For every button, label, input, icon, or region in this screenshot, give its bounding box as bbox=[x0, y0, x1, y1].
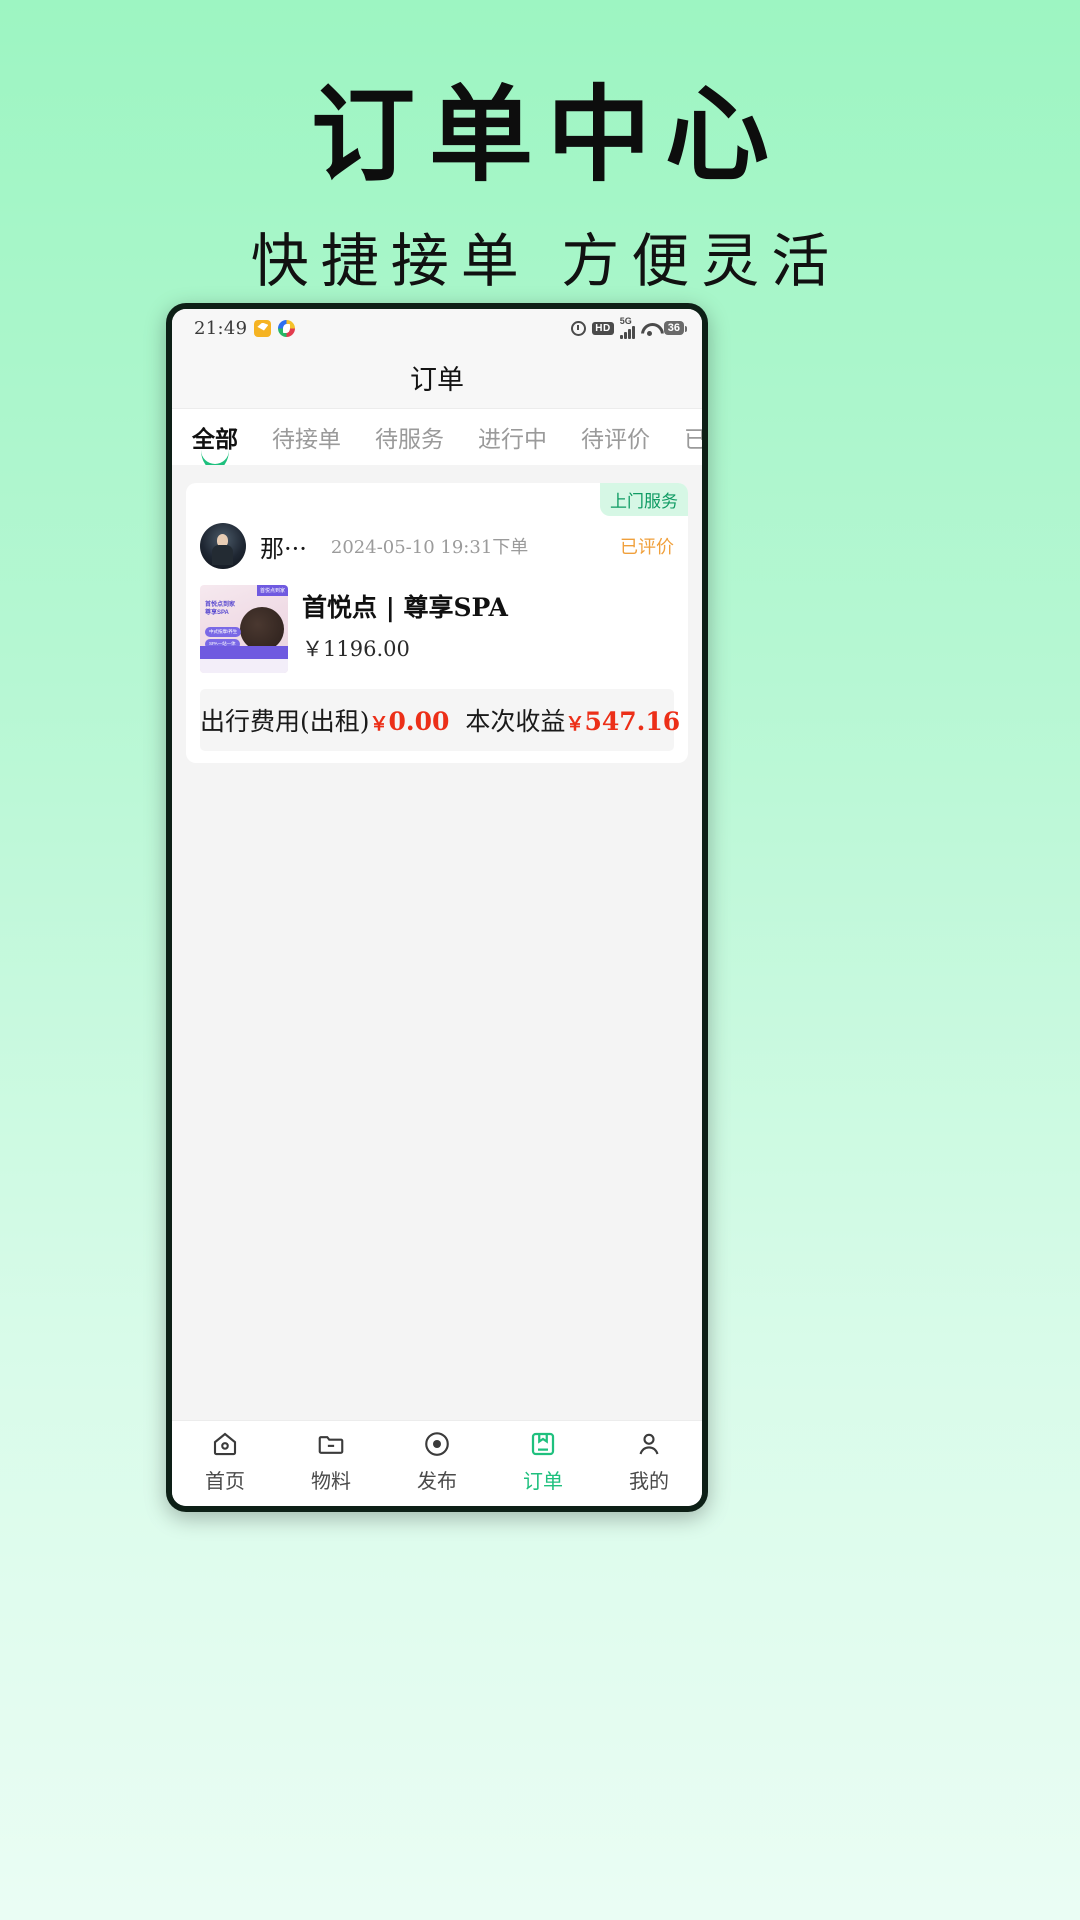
poster-heading-block: 订单中心 快捷接单 方便灵活 bbox=[0, 0, 1080, 298]
product-price: ￥1196.00 bbox=[302, 637, 410, 661]
status-bar-left: 21:49 bbox=[194, 317, 296, 339]
travel-fee-currency: ￥ bbox=[369, 713, 389, 735]
service-type-badge: 上门服务 bbox=[600, 483, 688, 516]
product-title: 首悦点 | 尊享SPA bbox=[302, 593, 508, 622]
nav-label-materials: 物料 bbox=[311, 1469, 351, 1493]
tab-pending-review[interactable]: 待评价 bbox=[581, 420, 650, 454]
network-label: 5G bbox=[619, 315, 632, 326]
colorful-app-icon bbox=[278, 319, 296, 337]
thumb-title: 首悦点到家 尊享SPA bbox=[205, 602, 236, 617]
thumb-pill-1: 中式按摩/养生 bbox=[205, 627, 242, 637]
tab-in-progress[interactable]: 进行中 bbox=[478, 420, 547, 454]
earnings-label: 本次收益 bbox=[465, 707, 566, 736]
status-bar: 21:49 HD 5G 36 bbox=[172, 309, 702, 347]
nav-item-publish[interactable]: 发布 bbox=[384, 1429, 490, 1494]
home-icon bbox=[210, 1429, 240, 1459]
order-time: 2024-05-10 19:31下单 bbox=[330, 537, 529, 558]
wifi-icon bbox=[641, 322, 658, 336]
status-time: 21:49 bbox=[194, 317, 248, 339]
nav-label-publish: 发布 bbox=[417, 1469, 457, 1493]
page-title: 订单中心 bbox=[310, 74, 783, 196]
order-product-row[interactable]: 首悦点到家 首悦点到家 尊享SPA 中式按摩/养生 SPA一站一体 首悦点 | 尊… bbox=[200, 585, 674, 673]
travel-fee-label: 出行费用(出租) bbox=[200, 707, 370, 736]
hd-icon: HD bbox=[592, 321, 614, 335]
order-list: 上门服务 那··· 2024-05-10 19:31下单 已评价 首悦点到家 首… bbox=[172, 465, 702, 1420]
tab-completed[interactable]: 已完成 bbox=[684, 420, 702, 454]
travel-fee-value: 0.00 bbox=[388, 707, 450, 736]
nav-label-orders: 订单 bbox=[523, 1469, 563, 1493]
earnings-currency: ￥ bbox=[565, 713, 585, 735]
order-status-badge: 已评价 bbox=[620, 537, 674, 558]
folder-icon bbox=[316, 1429, 346, 1459]
phone-screen: 21:49 HD 5G 36 订单 全部 待接单 待服务 进行中 待评价 已 上… bbox=[172, 309, 702, 1506]
order-user-name: 那··· bbox=[260, 534, 307, 563]
earnings-row: 出行费用(出租)￥0.00 本次收益￥547.16 bbox=[200, 689, 680, 751]
alarm-icon bbox=[571, 320, 587, 336]
bottom-navigation[interactable]: 首页 物料 发布 订单 我的 bbox=[172, 1420, 702, 1506]
yellow-app-icon bbox=[254, 319, 272, 337]
signal-icon: 5G bbox=[619, 315, 635, 339]
thumb-footer-bar-2 bbox=[200, 659, 288, 673]
thumb-footer-bar bbox=[200, 646, 288, 659]
nav-item-orders[interactable]: 订单 bbox=[490, 1429, 596, 1494]
tab-all[interactable]: 全部 bbox=[192, 420, 238, 454]
tab-pending-service[interactable]: 待服务 bbox=[375, 420, 444, 454]
product-info: 首悦点 | 尊享SPA ￥1196.00 bbox=[302, 585, 508, 673]
earnings-value: 547.16 bbox=[584, 707, 681, 736]
thumb-tag: 首悦点到家 bbox=[256, 585, 288, 596]
nav-label-home: 首页 bbox=[205, 1469, 245, 1493]
thumb-photo-head bbox=[240, 607, 284, 651]
publish-icon bbox=[422, 1429, 452, 1459]
nav-label-profile: 我的 bbox=[629, 1469, 669, 1493]
nav-item-profile[interactable]: 我的 bbox=[596, 1429, 702, 1494]
nav-item-home[interactable]: 首页 bbox=[172, 1429, 278, 1494]
order-user-row: 那··· 2024-05-10 19:31下单 已评价 bbox=[200, 523, 674, 569]
product-thumbnail: 首悦点到家 首悦点到家 尊享SPA 中式按摩/养生 SPA一站一体 bbox=[200, 585, 288, 673]
app-header-title: 订单 bbox=[172, 347, 702, 409]
nav-item-materials[interactable]: 物料 bbox=[278, 1429, 384, 1494]
battery-icon: 36 bbox=[663, 321, 688, 335]
tab-pending-accept[interactable]: 待接单 bbox=[272, 420, 341, 454]
phone-frame: 21:49 HD 5G 36 订单 全部 待接单 待服务 进行中 待评价 已 上… bbox=[166, 303, 708, 1512]
avatar bbox=[200, 523, 246, 569]
order-card[interactable]: 上门服务 那··· 2024-05-10 19:31下单 已评价 首悦点到家 首… bbox=[186, 483, 688, 763]
order-icon bbox=[528, 1429, 558, 1459]
page-subtitle: 快捷接单 方便灵活 bbox=[250, 227, 842, 296]
order-tab-bar[interactable]: 全部 待接单 待服务 进行中 待评价 已完成 bbox=[172, 409, 702, 465]
status-bar-right: HD 5G 36 bbox=[571, 315, 688, 339]
user-icon bbox=[634, 1429, 664, 1459]
